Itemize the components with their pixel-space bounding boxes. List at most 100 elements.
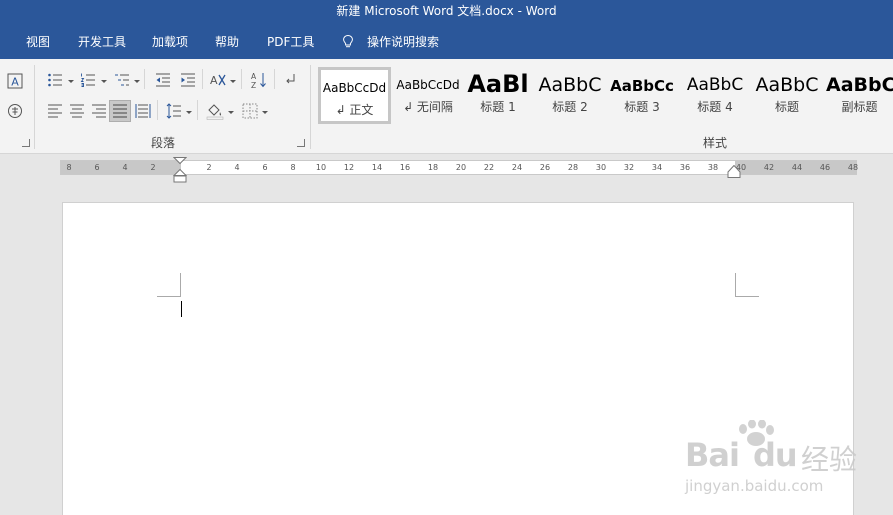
character-border-icon: A	[7, 73, 23, 89]
ruler-tick-label: 34	[651, 163, 663, 172]
paragraph-dialog-launcher[interactable]	[297, 139, 305, 147]
character-border-button[interactable]: A	[5, 71, 25, 91]
decrease-indent-icon	[156, 73, 170, 87]
ruler-tick-label: 4	[122, 163, 128, 172]
style-no-spacing[interactable]: AaBbCcDd ↲ 无间隔	[393, 67, 463, 124]
line-spacing-icon	[166, 103, 181, 119]
ruler-tick-label: 30	[595, 163, 607, 172]
increase-indent-button[interactable]	[177, 69, 199, 91]
separator	[157, 100, 158, 120]
style-title[interactable]: AaBbC 标题	[755, 67, 819, 124]
svg-text:A: A	[11, 76, 19, 89]
chinese-layout-icon: A	[210, 74, 226, 87]
group-separator	[310, 65, 311, 149]
ruler-tick-label: 8	[290, 163, 296, 172]
baidu-jingyan-watermark: Bai du 经验 jingyan.baidu.com	[685, 420, 860, 500]
chevron-down-icon[interactable]	[230, 80, 236, 83]
align-center-icon	[70, 104, 84, 118]
chevron-down-icon[interactable]	[186, 111, 192, 114]
separator	[144, 69, 145, 89]
ruler-tick-label: 20	[455, 163, 467, 172]
window-title: 新建 Microsoft Word 文档.docx - Word	[0, 0, 893, 22]
style-sample: AaBbCcDd	[396, 78, 460, 92]
style-name: 标题 2	[552, 100, 588, 114]
show-hide-marks-button[interactable]	[280, 69, 302, 91]
line-spacing-button[interactable]	[163, 100, 185, 122]
tab-help[interactable]: 帮助	[215, 22, 239, 59]
tab-addins[interactable]: 加载项	[152, 22, 188, 59]
font-dialog-launcher[interactable]	[22, 139, 30, 147]
ruler-tick-label: 2	[150, 163, 156, 172]
chevron-down-icon[interactable]	[68, 80, 74, 83]
style-name: ↲ 正文	[335, 103, 374, 117]
style-heading-1[interactable]: AaBl 标题 1	[466, 67, 530, 124]
style-sample: AaBbCcDd	[322, 81, 387, 95]
ruler-tick-label: 36	[679, 163, 691, 172]
ruler-left-margin	[61, 161, 181, 174]
style-name: 副标题	[841, 100, 878, 114]
right-indent-marker[interactable]	[727, 165, 741, 179]
increase-indent-icon	[181, 73, 195, 87]
ruler-tick-label: 28	[567, 163, 579, 172]
ruler-tick-label: 6	[94, 163, 100, 172]
style-sample: AaBl	[467, 70, 529, 98]
align-center-button[interactable]	[66, 100, 88, 122]
crop-mark-left	[157, 273, 181, 297]
styles-group-label: 样式	[703, 136, 728, 150]
svg-text:A: A	[251, 72, 257, 81]
style-sample: AaBbC	[826, 74, 893, 96]
indent-markers[interactable]	[173, 157, 187, 184]
style-heading-3[interactable]: AaBbCc 标题 3	[608, 67, 676, 124]
tab-developer[interactable]: 开发工具	[78, 22, 126, 59]
chevron-down-icon[interactable]	[134, 80, 140, 83]
chevron-down-icon[interactable]	[101, 80, 107, 83]
chevron-down-icon[interactable]	[228, 111, 234, 114]
borders-icon	[242, 103, 258, 119]
style-heading-4[interactable]: AaBbC 标题 4	[682, 67, 748, 124]
align-left-icon	[48, 104, 62, 118]
distributed-button[interactable]	[132, 100, 154, 122]
chevron-down-icon[interactable]	[262, 111, 268, 114]
justify-button[interactable]	[109, 100, 131, 122]
watermark-url: jingyan.baidu.com	[685, 477, 824, 495]
ruler-tick-label: 42	[763, 163, 775, 172]
style-heading-2[interactable]: AaBbC 标题 2	[538, 67, 602, 124]
ruler-tick-label: 48	[847, 163, 859, 172]
ruler-tick-label: 14	[371, 163, 383, 172]
decrease-indent-button[interactable]	[152, 69, 174, 91]
align-left-button[interactable]	[44, 100, 66, 122]
menu-bar: 视图 开发工具 加载项 帮助 PDF工具 操作说明搜索	[0, 22, 893, 59]
justify-icon	[113, 104, 127, 118]
ruler-tick-label: 6	[262, 163, 268, 172]
multilevel-list-button[interactable]	[111, 69, 133, 91]
align-right-button[interactable]	[88, 100, 110, 122]
style-subtitle[interactable]: AaBbC 副标题	[826, 67, 893, 124]
tell-me-search[interactable]: 操作说明搜索	[367, 22, 439, 59]
borders-button[interactable]	[239, 100, 261, 122]
distributed-align-icon	[135, 104, 151, 118]
style-name: 标题 1	[480, 100, 516, 114]
numbered-list-icon	[80, 73, 95, 87]
crop-mark-right	[735, 273, 759, 297]
paint-bucket-icon	[206, 104, 224, 120]
enclose-characters-button[interactable]	[5, 101, 25, 121]
ruler-tick-label: 10	[315, 163, 327, 172]
numbering-button[interactable]	[77, 69, 99, 91]
shading-button[interactable]	[204, 100, 226, 122]
chinese-layout-button[interactable]: A	[207, 69, 229, 91]
bullets-button[interactable]	[44, 69, 66, 91]
ruler-tick-label: 22	[483, 163, 495, 172]
text-cursor	[181, 301, 182, 317]
watermark-cn: 经验	[801, 443, 858, 476]
style-name: 标题 4	[697, 100, 733, 114]
watermark-brand: Bai	[685, 436, 740, 474]
sort-button[interactable]: A Z	[248, 69, 270, 91]
tab-pdf-tools[interactable]: PDF工具	[267, 22, 314, 59]
ruler-tick-label: 26	[539, 163, 551, 172]
separator	[241, 69, 242, 89]
tab-view[interactable]: 视图	[26, 22, 50, 59]
svg-text:A: A	[210, 74, 218, 87]
style-normal[interactable]: AaBbCcDd ↲ 正文	[318, 67, 391, 124]
watermark-brand-2: du	[753, 436, 798, 474]
paragraph-mark-icon	[286, 74, 295, 84]
